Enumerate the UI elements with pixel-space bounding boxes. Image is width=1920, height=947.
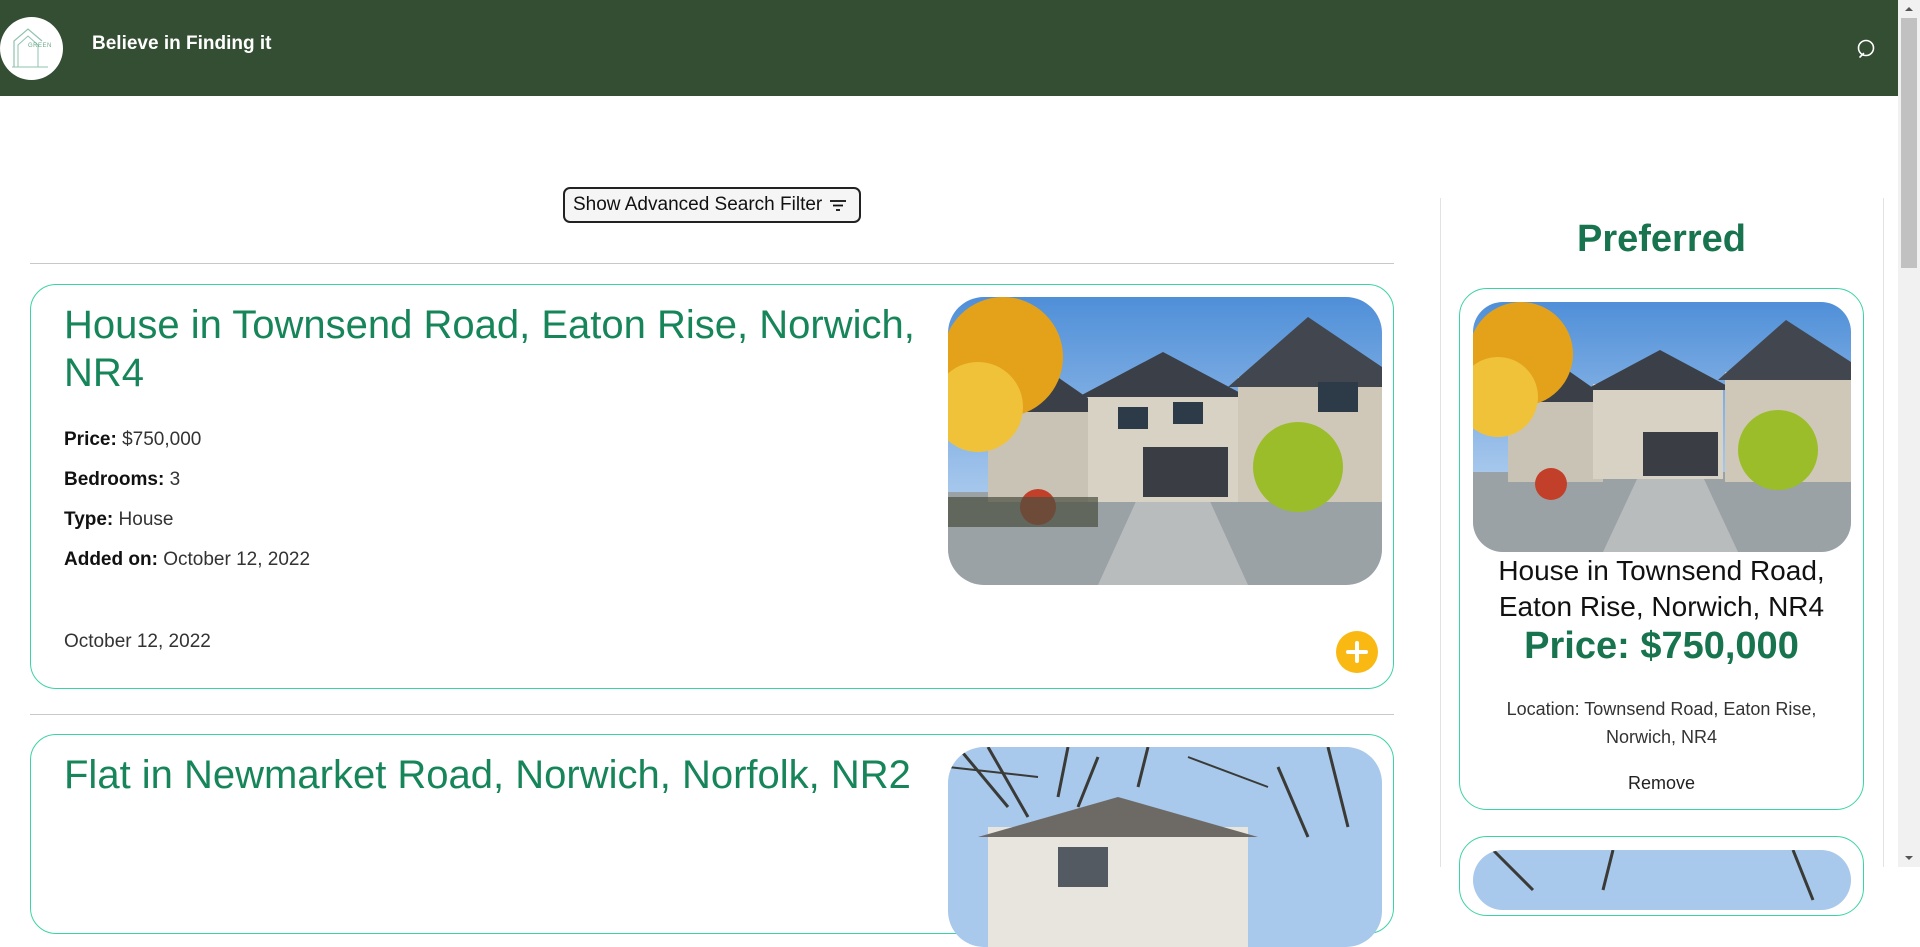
listing-photo[interactable]: [948, 297, 1382, 585]
type-label: Type:: [64, 509, 114, 530]
type-value: House: [118, 509, 174, 530]
price-value: $750,000: [122, 429, 202, 450]
flat-photo-image: [1473, 850, 1851, 910]
divider: [30, 714, 1394, 715]
logo-text: GREEN: [28, 43, 52, 49]
sidebar-left-border: [1440, 198, 1441, 867]
divider: [30, 263, 1394, 264]
preferred-price: Price: $750,000: [1524, 625, 1799, 667]
remove-preferred-button[interactable]: Remove: [1460, 773, 1863, 794]
bedrooms-value: 3: [169, 469, 181, 490]
listing-bedrooms: Bedrooms: 3: [64, 469, 180, 491]
preferred-card[interactable]: House in Townsend Road, Eaton Rise, Norw…: [1459, 288, 1864, 810]
preferred-name[interactable]: House in Townsend Road, Eaton Rise, Norw…: [1460, 553, 1863, 625]
preferred-card[interactable]: [1459, 836, 1864, 916]
house-photo-image: [948, 297, 1382, 585]
scroll-thumb[interactable]: [1901, 18, 1917, 268]
scroll-down-arrow-icon[interactable]: [1898, 849, 1920, 867]
preferred-photo[interactable]: [1473, 850, 1851, 910]
add-to-preferred-button[interactable]: [1336, 631, 1378, 673]
added-label: Added on:: [64, 549, 158, 570]
preferred-photo[interactable]: [1473, 302, 1851, 552]
preferred-location: Location: Townsend Road, Eaton Rise, Nor…: [1506, 699, 1817, 747]
bedrooms-label: Bedrooms:: [64, 469, 165, 490]
page-scrollbar[interactable]: [1898, 0, 1920, 867]
preferred-heading: Preferred: [1577, 218, 1746, 260]
site-tagline: Believe in Finding it: [92, 33, 272, 54]
search-icon[interactable]: [1855, 37, 1879, 61]
flat-photo-image: [948, 747, 1382, 947]
site-logo[interactable]: GREEN: [0, 17, 63, 80]
listing-type: Type: House: [64, 509, 173, 531]
advanced-search-filter-button[interactable]: Show Advanced Search Filter: [563, 187, 861, 223]
price-label: Price:: [64, 429, 117, 450]
listing-price: Price: $750,000: [64, 429, 201, 451]
scroll-up-arrow-icon[interactable]: [1898, 0, 1920, 18]
top-navbar: GREEN Believe in Finding it: [0, 0, 1898, 96]
listing-card[interactable]: House in Townsend Road, Eaton Rise, Norw…: [30, 284, 1394, 689]
advanced-search-filter-label: Show Advanced Search Filter: [573, 194, 823, 215]
added-value: October 12, 2022: [163, 549, 311, 570]
listing-title[interactable]: Flat in Newmarket Road, Norwich, Norfolk…: [64, 751, 924, 799]
house-photo-image: [1473, 302, 1851, 552]
listing-card[interactable]: Flat in Newmarket Road, Norwich, Norfolk…: [30, 734, 1394, 947]
listing-footer-date: October 12, 2022: [64, 631, 211, 652]
sidebar-right-border: [1883, 198, 1884, 867]
listing-added: Added on: October 12, 2022: [64, 549, 310, 571]
listing-title[interactable]: House in Townsend Road, Eaton Rise, Norw…: [64, 301, 924, 397]
filter-icon: [830, 200, 847, 211]
listing-photo[interactable]: [948, 747, 1382, 947]
